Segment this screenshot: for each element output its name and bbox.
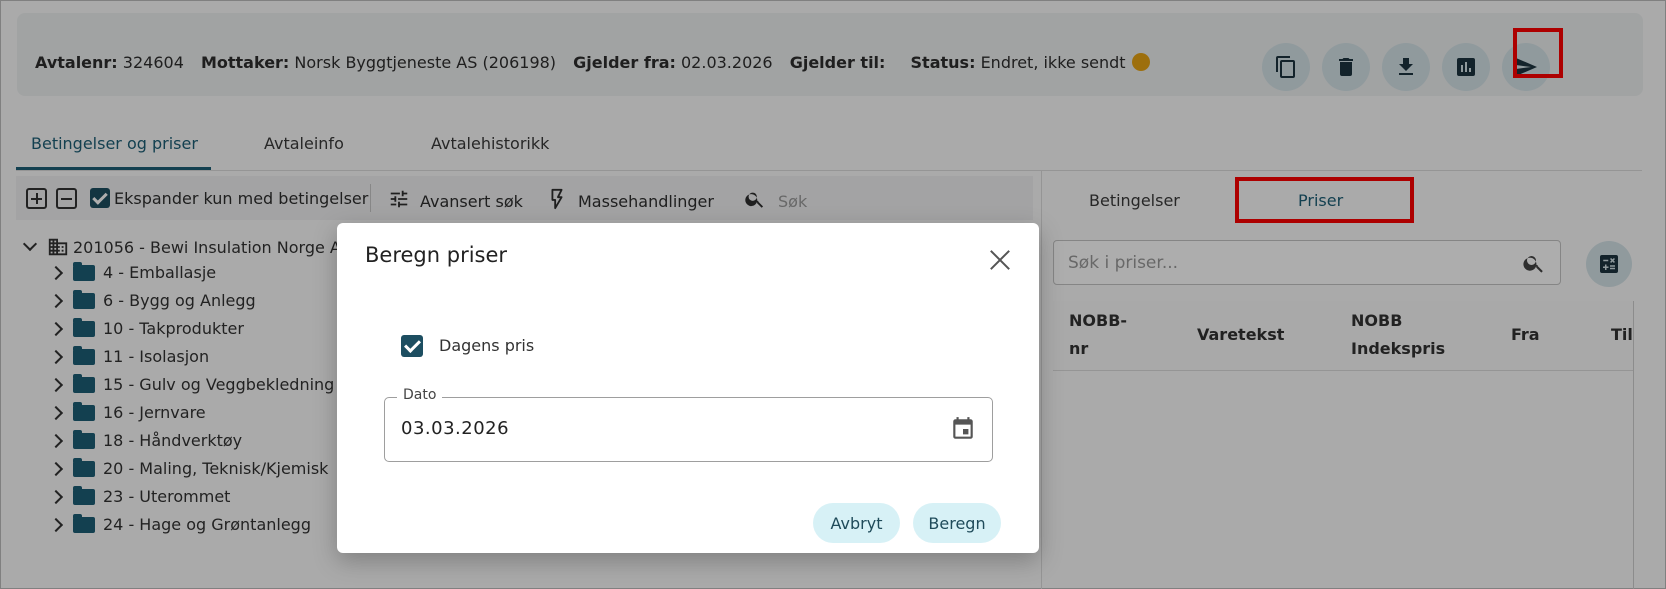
calendar-icon [953,417,973,439]
calculate-button[interactable]: Beregn [913,503,1001,543]
calculate-prices-dialog: Beregn priser Dagens pris Dato 03.03.202… [337,223,1039,553]
cancel-button[interactable]: Avbryt [813,503,900,543]
calendar-button[interactable] [950,416,976,446]
todays-price-label: Dagens pris [439,336,535,355]
date-field-value[interactable]: 03.03.2026 [401,418,509,439]
date-field-label: Dato [397,387,443,403]
dialog-title: Beregn priser [365,243,508,267]
close-icon[interactable] [989,249,1011,271]
todays-price-checkbox[interactable] [401,335,423,357]
date-field[interactable]: Dato 03.03.2026 [384,387,993,462]
